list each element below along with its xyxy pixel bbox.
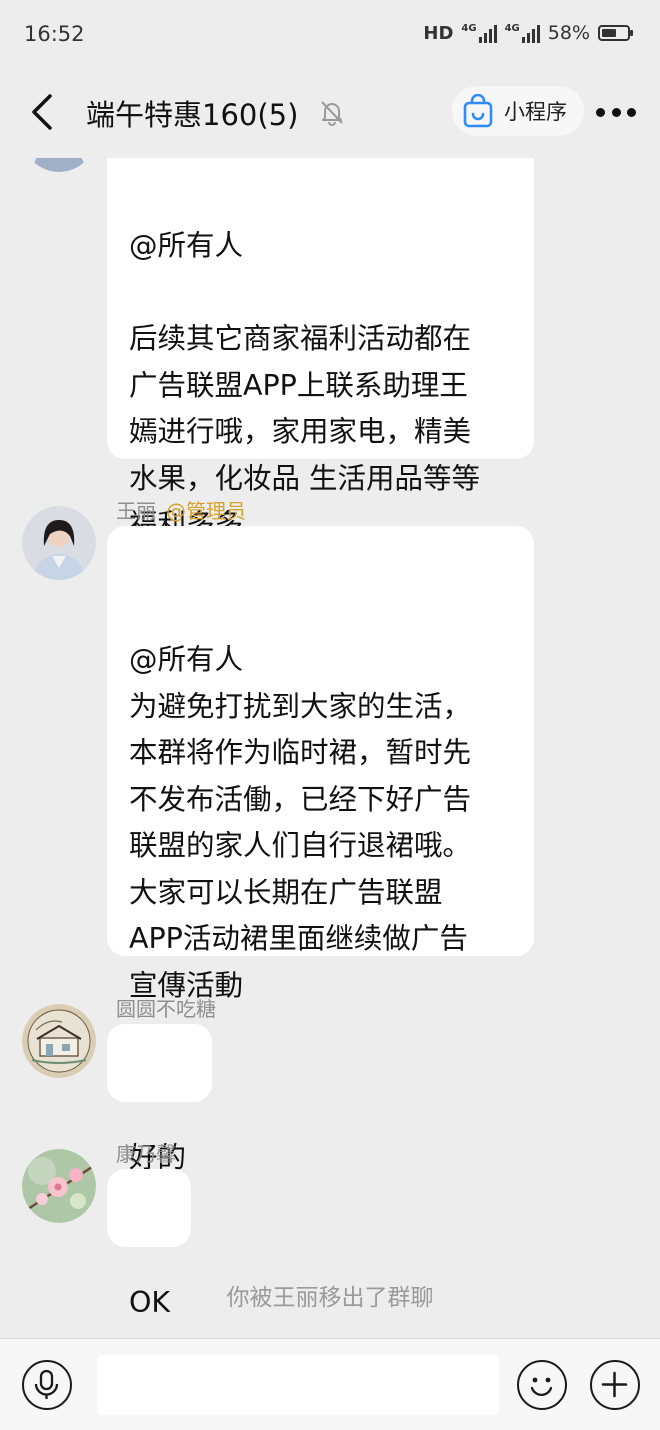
signal-2-icon: 4G xyxy=(505,23,540,43)
avatar[interactable] xyxy=(22,506,96,580)
signal-1-icon: 4G xyxy=(461,23,497,43)
battery-percent: 58% xyxy=(547,22,590,44)
more-button[interactable] xyxy=(596,98,636,126)
back-arrow-icon xyxy=(32,94,52,130)
chat-title: 端午特惠160(5) xyxy=(86,98,299,132)
back-button[interactable] xyxy=(26,92,66,132)
message-list[interactable]: @所有人 后续其它商家福利活动都在 广告联盟APP上联系助理王 嫣进行哦，家用家… xyxy=(0,158,660,1338)
avatar[interactable] xyxy=(22,1149,96,1223)
battery-level xyxy=(602,29,616,37)
voice-button[interactable] xyxy=(22,1360,72,1410)
avatar[interactable] xyxy=(22,158,96,172)
message-bubble[interactable]: @所有人 为避免打扰到大家的生活， 本群将作为临时裙，暂时先 不发布活働，已经下… xyxy=(107,526,534,1002)
battery-icon xyxy=(598,25,633,41)
input-bar xyxy=(0,1338,660,1430)
message-input[interactable] xyxy=(97,1355,499,1415)
system-message: 你被王丽移出了群聊 xyxy=(226,1285,434,1311)
plus-button[interactable] xyxy=(590,1360,640,1410)
hd-indicator: HD xyxy=(423,22,454,44)
message-bubble[interactable]: OK xyxy=(107,1169,191,1319)
emoji-button[interactable] xyxy=(517,1360,567,1410)
microphone-icon xyxy=(34,1369,59,1399)
mini-program-button[interactable]: 小程序 xyxy=(452,86,584,136)
more-dots-icon xyxy=(596,107,605,117)
sender-name: 圆圆不吃糖 xyxy=(116,997,216,1021)
status-indicators: HD 4G 4G 58% xyxy=(423,22,633,44)
message-text: @所有人 为避免打扰到大家的生活， 本群将作为临时裙，暂时先 不发布活働，已经下… xyxy=(129,643,472,1002)
status-time: 16:52 xyxy=(24,22,85,46)
admin-tag: @管理员 xyxy=(166,499,246,523)
message-bubble[interactable]: @所有人 后续其它商家福利活动都在 广告联盟APP上联系助理王 嫣进行哦，家用家… xyxy=(107,158,534,541)
mini-program-label: 小程序 xyxy=(504,100,567,124)
shopping-bag-icon xyxy=(462,93,494,128)
message-bubble[interactable]: 好的 xyxy=(107,1024,212,1174)
sender-name: 康乃馨 xyxy=(116,1142,176,1166)
sender-name: 王丽 @管理员 xyxy=(116,499,246,523)
bell-off-icon xyxy=(318,98,346,126)
chat-header: 端午特惠160(5) 小程序 xyxy=(0,68,660,158)
avatar[interactable] xyxy=(22,1004,96,1078)
status-bar: 16:52 HD 4G 4G 58% xyxy=(0,0,660,68)
plus-icon xyxy=(601,1371,628,1398)
chat-screen: 16:52 HD 4G 4G 58% 端午特惠160(5) 小程序 @所有人 后… xyxy=(0,0,660,1430)
smile-icon xyxy=(530,1377,553,1397)
